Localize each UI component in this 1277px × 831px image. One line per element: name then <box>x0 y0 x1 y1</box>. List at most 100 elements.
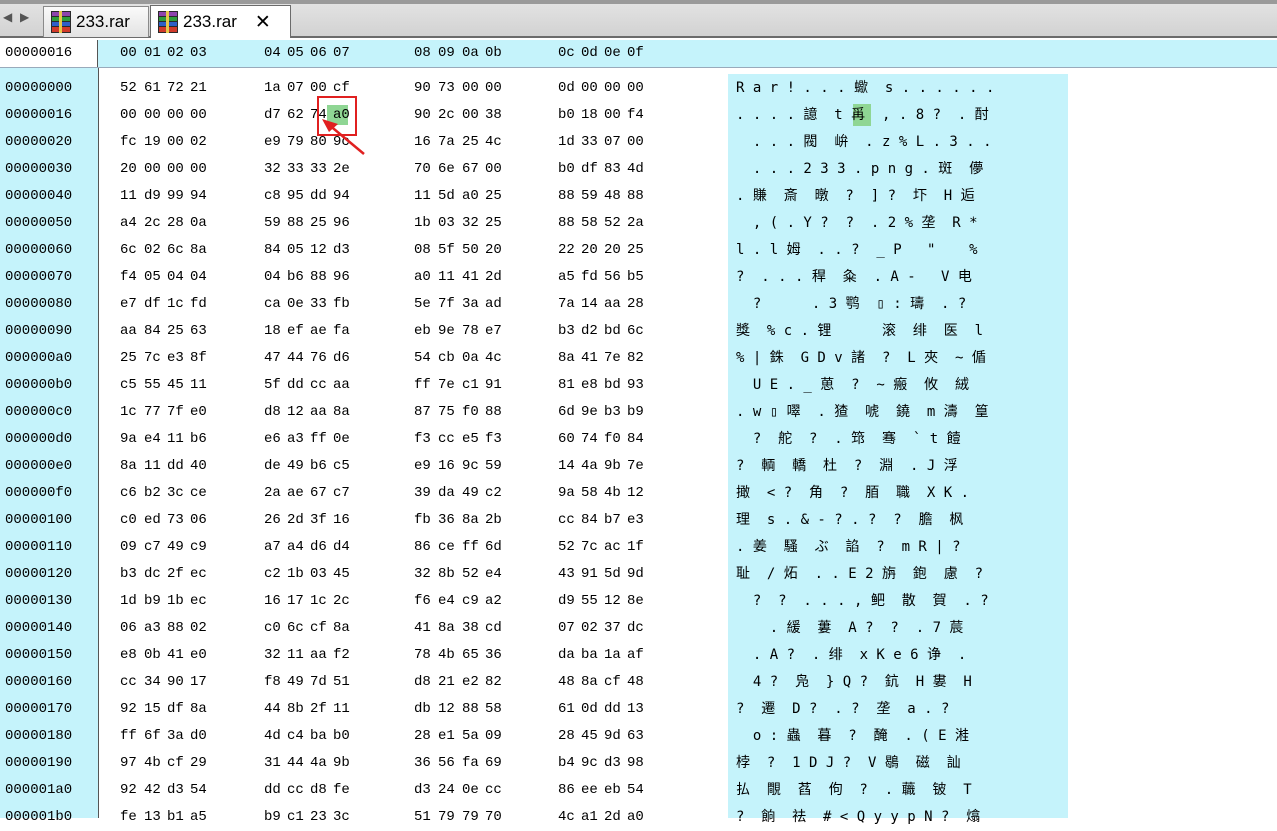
hex-byte[interactable]: aa <box>310 399 327 426</box>
hex-byte[interactable]: d8 <box>264 399 281 426</box>
hex-byte[interactable]: 5e <box>414 291 431 318</box>
hex-byte[interactable]: fd <box>581 264 598 291</box>
hex-byte[interactable]: 44 <box>287 750 304 777</box>
hex-byte[interactable]: 48 <box>627 669 644 696</box>
hex-byte[interactable]: 00 <box>120 102 137 129</box>
hex-byte[interactable]: c0 <box>264 615 281 642</box>
hex-byte[interactable]: 54 <box>627 777 644 804</box>
hex-byte[interactable]: a4 <box>287 534 304 561</box>
hex-byte[interactable]: d8 <box>310 777 327 804</box>
hex-byte[interactable]: 99 <box>167 183 184 210</box>
hex-byte[interactable]: 00 <box>144 156 161 183</box>
hex-byte[interactable]: d9 <box>558 588 575 615</box>
hex-byte[interactable]: 38 <box>462 615 479 642</box>
hex-byte[interactable]: fd <box>190 291 207 318</box>
hex-byte[interactable]: 86 <box>558 777 575 804</box>
hex-byte[interactable]: 43 <box>558 561 575 588</box>
hex-byte[interactable]: 5a <box>462 723 479 750</box>
hex-byte[interactable]: 82 <box>485 669 502 696</box>
hex-byte[interactable]: 25 <box>462 129 479 156</box>
hex-byte[interactable]: 00 <box>462 102 479 129</box>
hex-byte[interactable]: 69 <box>485 750 502 777</box>
hex-byte[interactable]: e2 <box>462 669 479 696</box>
hex-byte[interactable]: 08 <box>414 237 431 264</box>
hex-byte[interactable]: 88 <box>485 399 502 426</box>
hex-byte[interactable]: 00 <box>462 75 479 102</box>
hex-byte[interactable]: 4d <box>264 723 281 750</box>
hex-byte[interactable]: 7e <box>438 372 455 399</box>
hex-byte[interactable]: 59 <box>485 453 502 480</box>
ascii-line[interactable]: % | 銖 G D v 諸 ? L 夾 ~ 偱 <box>736 345 986 372</box>
hex-byte[interactable]: 96 <box>333 264 350 291</box>
hex-byte[interactable]: db <box>414 696 431 723</box>
hex-byte[interactable]: e9 <box>414 453 431 480</box>
hex-byte[interactable]: fc <box>120 129 137 156</box>
hex-byte[interactable]: e6 <box>264 426 281 453</box>
hex-byte[interactable]: 59 <box>581 183 598 210</box>
hex-byte[interactable]: 77 <box>144 399 161 426</box>
hex-byte[interactable]: 16 <box>438 453 455 480</box>
ascii-line[interactable]: . 姜 騷 ぶ 諂 ? m R | ? <box>736 534 961 561</box>
hex-byte[interactable]: dd <box>604 696 621 723</box>
hex-byte[interactable]: da <box>558 642 575 669</box>
hex-byte[interactable]: 8b <box>287 696 304 723</box>
hex-byte[interactable]: ba <box>310 723 327 750</box>
hex-byte[interactable]: d2 <box>581 318 598 345</box>
hex-byte[interactable]: d7 <box>264 102 281 129</box>
hex-byte[interactable]: 12 <box>287 399 304 426</box>
hex-byte[interactable]: 28 <box>414 723 431 750</box>
hex-byte[interactable]: 33 <box>310 156 327 183</box>
hex-byte[interactable]: 55 <box>144 372 161 399</box>
hex-byte[interactable]: 04 <box>264 264 281 291</box>
hex-byte[interactable]: 45 <box>333 561 350 588</box>
hex-byte[interactable]: 84 <box>264 237 281 264</box>
hex-byte[interactable]: a0 <box>414 264 431 291</box>
hex-byte[interactable]: f3 <box>485 426 502 453</box>
hex-byte[interactable]: dc <box>144 561 161 588</box>
hex-byte[interactable]: 12 <box>310 237 327 264</box>
hex-byte[interactable]: 41 <box>581 345 598 372</box>
hex-byte[interactable]: aa <box>120 318 137 345</box>
hex-byte[interactable]: e7 <box>120 291 137 318</box>
hex-byte[interactable]: 00 <box>604 75 621 102</box>
hex-byte[interactable]: 8b <box>438 561 455 588</box>
hex-byte[interactable]: b2 <box>144 480 161 507</box>
hex-byte[interactable]: 6d <box>558 399 575 426</box>
hex-byte[interactable]: 02 <box>144 237 161 264</box>
hex-byte[interactable]: cf <box>167 750 184 777</box>
hex-byte[interactable]: 0e <box>462 777 479 804</box>
hex-byte[interactable]: f2 <box>333 642 350 669</box>
hex-byte[interactable]: 11 <box>438 264 455 291</box>
hex-byte[interactable]: cc <box>310 372 327 399</box>
hex-byte[interactable]: 16 <box>414 129 431 156</box>
hex-byte[interactable]: b0 <box>558 156 575 183</box>
hex-byte[interactable]: ce <box>190 480 207 507</box>
hex-byte[interactable]: c8 <box>264 183 281 210</box>
hex-byte[interactable]: ff <box>120 723 137 750</box>
hex-byte[interactable]: b6 <box>190 426 207 453</box>
hex-byte[interactable]: cc <box>120 669 137 696</box>
hex-byte[interactable]: d3 <box>604 750 621 777</box>
hex-byte[interactable]: 92 <box>120 696 137 723</box>
hex-byte[interactable]: b0 <box>333 723 350 750</box>
hex-byte[interactable]: fa <box>462 750 479 777</box>
hex-byte[interactable]: b9 <box>627 399 644 426</box>
hex-byte[interactable]: 67 <box>462 156 479 183</box>
hex-byte[interactable]: a5 <box>558 264 575 291</box>
ascii-line[interactable]: . 緩 蔞 A ? ? . 7 莀 <box>736 615 964 642</box>
hex-byte[interactable]: 48 <box>558 669 575 696</box>
hex-byte[interactable]: b3 <box>120 561 137 588</box>
hex-byte[interactable]: cd <box>485 615 502 642</box>
hex-byte[interactable]: bd <box>604 318 621 345</box>
hex-byte[interactable]: 6c <box>120 237 137 264</box>
ascii-line[interactable]: 理 s . & - ? . ? ? 膽 枫 <box>736 507 963 534</box>
hex-byte[interactable]: af <box>627 642 644 669</box>
hex-byte[interactable]: 4a <box>581 453 598 480</box>
hex-byte[interactable]: 32 <box>264 156 281 183</box>
hex-byte[interactable]: 9d <box>627 561 644 588</box>
ascii-line[interactable]: 払 覸 萏 佝 ? . 蘵 铍 T <box>736 777 972 804</box>
hex-byte[interactable]: ed <box>144 507 161 534</box>
hex-byte[interactable]: a3 <box>287 426 304 453</box>
hex-byte[interactable]: aa <box>604 291 621 318</box>
hex-byte[interactable]: e5 <box>462 426 479 453</box>
